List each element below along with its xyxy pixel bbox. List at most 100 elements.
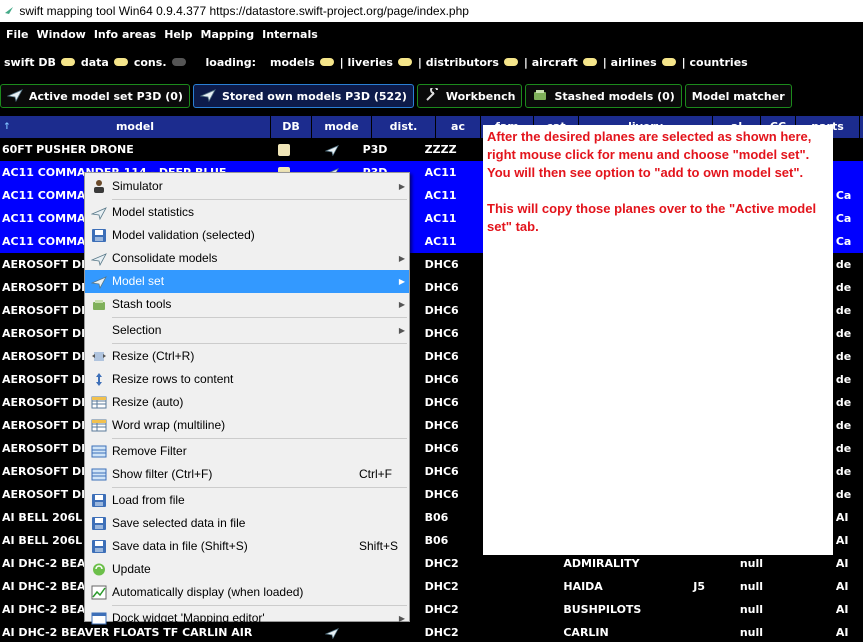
distributors-indicator — [503, 58, 518, 66]
db-icon — [277, 144, 290, 156]
tab-workbench[interactable]: Workbench — [416, 84, 523, 108]
ctx-item-update[interactable]: Update — [85, 558, 409, 581]
menu-file[interactable]: File — [2, 28, 33, 41]
menu-mapping[interactable]: Mapping — [197, 28, 259, 41]
cell-ac: DHC6 — [424, 373, 459, 386]
tab-active-model-set-p3d-0[interactable]: Active model set P3D (0) — [0, 84, 190, 108]
ctx-item-resize-auto[interactable]: Resize (auto) — [85, 391, 409, 414]
header-model[interactable]: ↑ model — [0, 116, 271, 138]
cell-ac: DHC6 — [424, 488, 459, 501]
menu-separator — [112, 487, 407, 488]
menu-separator — [112, 343, 407, 344]
aircraft-indicator — [582, 58, 597, 66]
menu-info-areas[interactable]: Info areas — [90, 28, 160, 41]
cell-last: Ca — [835, 235, 852, 248]
data-indicator — [113, 58, 128, 66]
dock-icon — [91, 611, 107, 626]
header-mode[interactable]: mode — [312, 116, 372, 138]
ctx-item-label: Selection — [112, 323, 162, 337]
ctx-item-stash-tools[interactable]: Stash tools ▶ — [85, 293, 409, 316]
ctx-item-resize-ctrl-r[interactable]: Resize (Ctrl+R) — [85, 345, 409, 368]
cell-livery: HAIDA — [563, 580, 603, 593]
cell-last: AI — [835, 534, 849, 547]
cell-ac: B06 — [424, 511, 449, 524]
cell-ac: AC11 — [424, 189, 457, 202]
plane-icon — [90, 274, 107, 290]
swift-db-indicator — [60, 58, 75, 66]
cell-ac: DHC6 — [424, 396, 459, 409]
ctx-item-model-set[interactable]: Model set ▶ — [85, 270, 409, 293]
ctx-item-model-validation-selected[interactable]: Model validation (selected) — [85, 224, 409, 247]
cell-ac: ZZZZ — [424, 143, 457, 156]
ctx-item-label: Update — [112, 562, 151, 576]
chart-icon — [91, 585, 107, 600]
cell-ac: DHC2 — [424, 580, 459, 593]
header-ac[interactable]: ac — [436, 116, 481, 138]
cell-ac: B06 — [424, 534, 449, 547]
header-dist[interactable]: dist. — [372, 116, 436, 138]
ctx-item-model-statistics[interactable]: Model statistics — [85, 201, 409, 224]
submenu-arrow-icon: ▶ — [398, 254, 405, 263]
tab-stashed-models-0[interactable]: Stashed models (0) — [525, 84, 682, 108]
ctx-item-label: Resize (Ctrl+R) — [112, 349, 195, 363]
ctx-item-resize-rows-to-content[interactable]: Resize rows to content — [85, 368, 409, 391]
resize-icon — [91, 349, 107, 364]
menu-internals[interactable]: Internals — [258, 28, 322, 41]
table-icon — [91, 395, 107, 410]
ctx-item-consolidate-models[interactable]: Consolidate models ▶ — [85, 247, 409, 270]
ctx-item-show-filter-ctrl-f[interactable]: Show filter (Ctrl+F) Ctrl+F — [85, 463, 409, 486]
tab-label: Workbench — [445, 89, 516, 103]
ctx-item-save-selected-data-in-file[interactable]: Save selected data in file — [85, 512, 409, 535]
plane-icon — [90, 205, 107, 221]
cell-mode — [302, 143, 360, 156]
ctx-item-dock-widget-mapping-editor[interactable]: Dock widget 'Mapping editor' ▶ — [85, 607, 409, 630]
loading-label: loading: — [205, 55, 257, 69]
resize-rows-icon — [91, 372, 107, 387]
menu-help[interactable]: Help — [160, 28, 196, 41]
models-indicator — [319, 58, 334, 66]
ctx-item-load-from-file[interactable]: Load from file — [85, 489, 409, 512]
ctx-item-simulator[interactable]: Simulator ▶ — [85, 175, 409, 198]
menu-separator — [112, 317, 407, 318]
loading-liveries: | liveries — [339, 55, 393, 69]
cell-last: de — [835, 488, 852, 501]
ctx-item-remove-filter[interactable]: Remove Filter — [85, 440, 409, 463]
cell-last: Ca — [835, 212, 852, 225]
ctx-item-label: Dock widget 'Mapping editor' — [112, 611, 265, 625]
cell-last: de — [835, 304, 852, 317]
tab-label: Active model set P3D (0) — [29, 89, 183, 103]
context-menu: Simulator ▶ Model statistics Model validati… — [84, 172, 410, 625]
tab-bar: Active model set P3D (0) Stored own model… — [0, 84, 863, 110]
cell-ac: DHC6 — [424, 327, 459, 340]
cell-last: de — [835, 373, 852, 386]
cell-last: AI — [835, 557, 849, 570]
header-db[interactable]: DB — [271, 116, 312, 138]
wrench-icon — [424, 85, 440, 105]
submenu-arrow-icon: ▶ — [398, 277, 405, 286]
ctx-item-label: Resize (auto) — [112, 395, 184, 409]
data-label: data — [80, 55, 109, 69]
ctx-item-word-wrap-multiline[interactable]: Word wrap (multiline) — [85, 414, 409, 437]
ctx-item-shortcut: Ctrl+F — [359, 467, 392, 481]
ctx-item-save-data-in-file-shift-s[interactable]: Save data in file (Shift+S) Shift+S — [85, 535, 409, 558]
stash-icon — [91, 297, 107, 312]
tab-stored-own-models-p3d-522[interactable]: Stored own models P3D (522) — [192, 84, 414, 108]
cell-livery: ADMIRALITY — [563, 557, 640, 570]
save-icon — [91, 539, 107, 554]
ctx-item-label: Remove Filter — [112, 444, 187, 458]
menu-separator — [112, 199, 407, 200]
cell-cc: null — [739, 580, 764, 593]
plane-icon — [6, 88, 23, 105]
menu-window[interactable]: Window — [33, 28, 90, 41]
ctx-item-selection[interactable]: Selection ▶ — [85, 319, 409, 342]
cell-ac: DHC6 — [424, 281, 459, 294]
ctx-item-label: Word wrap (multiline) — [112, 418, 226, 432]
tab-label: Stashed models (0) — [554, 89, 675, 103]
cell-ac: AC11 — [424, 235, 457, 248]
ctx-item-automatically-display-when-loaded[interactable]: Automatically display (when loaded) — [85, 581, 409, 604]
app-icon — [4, 0, 14, 14]
ctx-item-label: Resize rows to content — [112, 372, 234, 386]
submenu-arrow-icon: ▶ — [398, 182, 405, 191]
tab-label: Stored own models P3D (522) — [221, 89, 407, 103]
tab-model-matcher[interactable]: Model matcher — [684, 84, 792, 108]
